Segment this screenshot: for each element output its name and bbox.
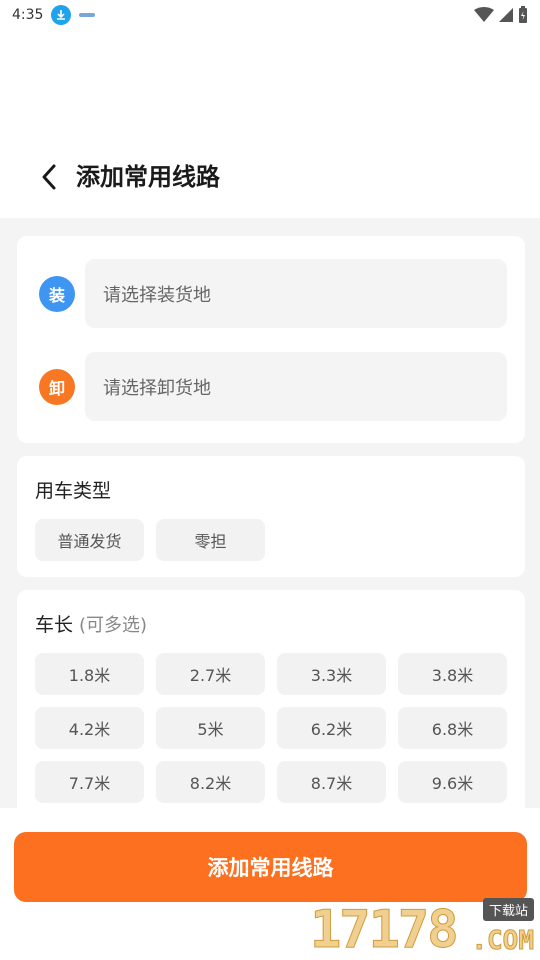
chevron-left-icon — [42, 164, 56, 190]
length-option[interactable]: 7.7米 — [35, 761, 144, 803]
length-option[interactable]: 9.6米 — [398, 761, 507, 803]
battery-icon — [519, 6, 527, 23]
vehicle-type-option-ltl[interactable]: 零担 — [156, 519, 265, 561]
status-bar: 4:35 — [0, 0, 540, 30]
watermark-domain: .COM — [471, 926, 535, 957]
status-icons — [474, 6, 528, 24]
length-option[interactable]: 4.2米 — [35, 707, 144, 749]
vehicle-length-hint: (可多选) — [79, 615, 148, 636]
unload-address-field[interactable]: 请选择卸货地 — [85, 352, 507, 421]
site-watermark: 17178 下载站 .COM — [310, 898, 535, 960]
length-option[interactable]: 3.8米 — [398, 653, 507, 695]
unload-badge: 卸 — [39, 369, 75, 405]
length-option[interactable]: 8.2米 — [156, 761, 265, 803]
length-option[interactable]: 6.2米 — [277, 707, 386, 749]
load-badge: 装 — [39, 276, 75, 312]
notification-icon — [79, 13, 96, 17]
load-address-field[interactable]: 请选择装货地 — [85, 259, 507, 328]
vehicle-type-option-normal[interactable]: 普通发货 — [35, 519, 144, 561]
vehicle-type-card: 用车类型 普通发货 零担 — [17, 456, 525, 577]
load-address-row: 装 请选择装货地 — [17, 259, 525, 328]
vehicle-length-card: 车长 (可多选) 1.8米 2.7米 3.3米 3.8米 4.2米 5米 6.2米… — [17, 590, 525, 830]
add-route-button[interactable]: 添加常用线路 — [14, 832, 527, 902]
signal-icon — [499, 8, 513, 22]
length-option[interactable]: 1.8米 — [35, 653, 144, 695]
address-card: 装 请选择装货地 卸 请选择卸货地 — [17, 236, 525, 443]
download-icon — [51, 5, 72, 25]
vehicle-length-title: 车长 (可多选) — [35, 610, 147, 637]
length-option[interactable]: 8.7米 — [277, 761, 386, 803]
length-option[interactable]: 5米 — [156, 707, 265, 749]
status-time: 4:35 — [12, 7, 44, 23]
vehicle-length-label: 车长 — [35, 614, 74, 636]
unload-address-row: 卸 请选择卸货地 — [17, 352, 525, 421]
back-button[interactable] — [32, 160, 66, 194]
header: 添加常用线路 — [0, 30, 540, 218]
length-option[interactable]: 2.7米 — [156, 653, 265, 695]
length-option[interactable]: 3.3米 — [277, 653, 386, 695]
page-title: 添加常用线路 — [76, 163, 220, 191]
wifi-icon — [474, 7, 494, 22]
length-option[interactable]: 6.8米 — [398, 707, 507, 749]
watermark-number: 17178 — [310, 900, 460, 960]
bottom-action-bar: 添加常用线路 17178 下载站 .COM — [0, 808, 540, 960]
vehicle-type-title: 用车类型 — [35, 480, 112, 502]
watermark-tag: 下载站 — [482, 898, 534, 921]
screen: 4:35 添加常用线路 装 请选择装货地 卸 请选择卸货地 用车类型 普通发货 … — [0, 0, 540, 960]
